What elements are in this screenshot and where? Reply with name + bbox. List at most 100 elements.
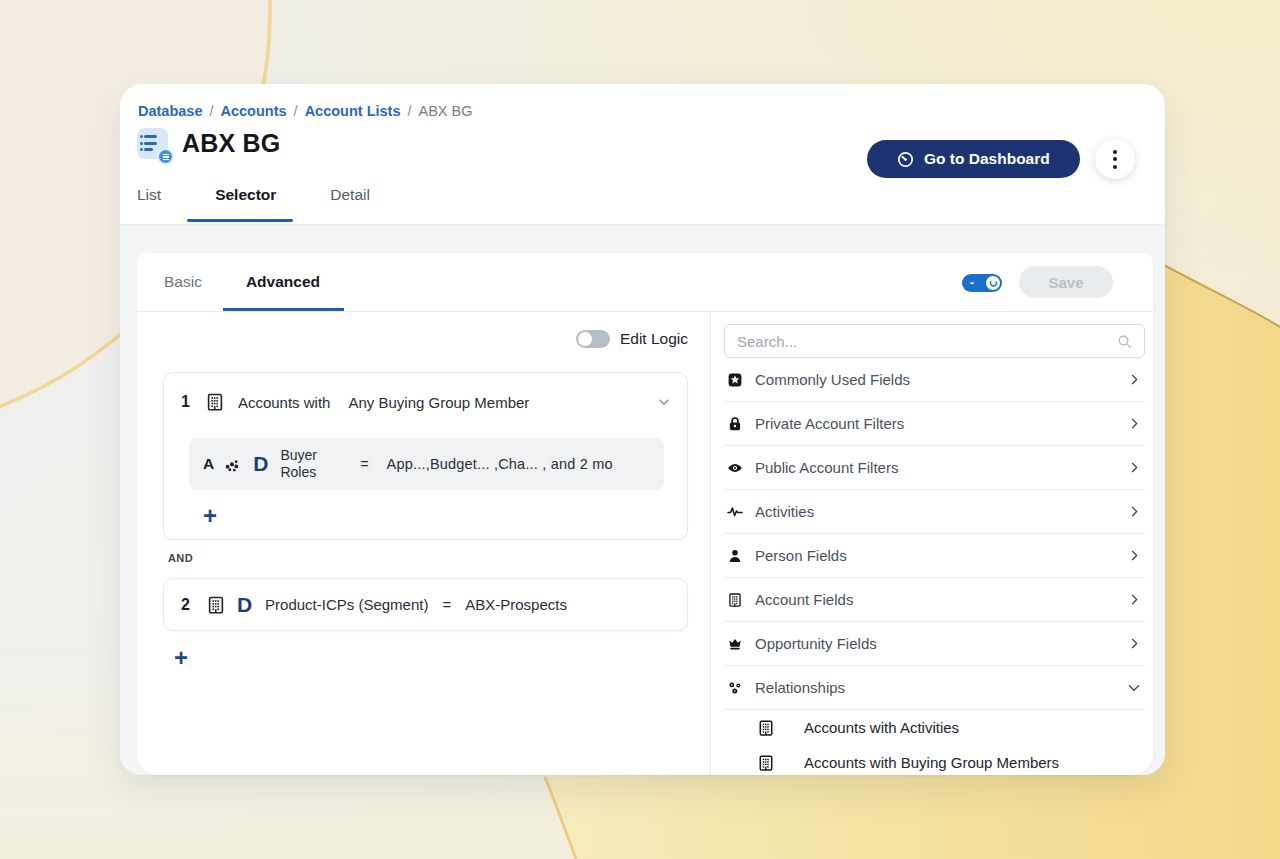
chevron-right-icon	[1128, 505, 1141, 518]
field-row-activities[interactable]: Activities	[724, 490, 1145, 534]
selector-panel-header: Basic Advanced - Save	[137, 253, 1153, 312]
breadcrumb-separator: /	[209, 103, 213, 119]
fields-panel: Commonly Used Fields Private Account Fil…	[711, 312, 1153, 775]
page-tabs: List Selector Detail	[137, 186, 424, 222]
conjunction-label: AND	[168, 552, 193, 564]
building-icon	[727, 592, 744, 608]
field-row-public-filters[interactable]: Public Account Filters	[724, 446, 1145, 490]
search-box	[724, 324, 1145, 358]
chevron-right-icon	[1128, 549, 1141, 562]
dashboard-gauge-icon	[897, 151, 914, 168]
edit-logic-label: Edit Logic	[620, 330, 688, 348]
page: Database / Accounts / Account Lists / AB…	[0, 0, 1280, 859]
group-selection[interactable]: Any Buying Group Member	[348, 394, 529, 411]
selector-panel-body: Edit Logic 1 Accounts with Any Buying Gr…	[137, 312, 1153, 775]
group-operator: =	[442, 596, 451, 613]
chevron-right-icon	[1128, 417, 1141, 430]
building-icon	[757, 719, 775, 737]
chevron-right-icon	[1128, 637, 1141, 650]
sub-row-label: Accounts with Activities	[804, 719, 959, 736]
group-field: Product-ICPs (Segment)	[265, 596, 428, 613]
pulse-icon	[727, 504, 744, 520]
add-condition-button[interactable]: +	[203, 504, 217, 528]
field-row-label: Person Fields	[755, 547, 847, 564]
eye-icon	[727, 460, 744, 476]
sub-row-accounts-with-bgm[interactable]: Accounts with Buying Group Members	[724, 745, 1145, 775]
field-row-label: Commonly Used Fields	[755, 371, 910, 388]
more-menu-button[interactable]	[1095, 139, 1135, 179]
star-square-icon	[727, 372, 744, 388]
relationships-icon	[727, 680, 744, 696]
field-row-private-filters[interactable]: Private Account Filters	[724, 402, 1145, 446]
field-row-opportunity-fields[interactable]: Opportunity Fields	[724, 622, 1145, 666]
tab-detail[interactable]: Detail	[330, 186, 370, 222]
selector-panel: Basic Advanced - Save	[137, 253, 1153, 775]
search-input[interactable]	[737, 333, 1117, 350]
refresh-icon	[988, 278, 999, 289]
group-value: ABX-Prospects	[465, 596, 567, 613]
condition-marker: A	[203, 455, 214, 473]
selector-tabs: Basic Advanced	[164, 253, 364, 311]
title-row: ABX BG	[137, 128, 280, 159]
person-icon	[727, 548, 744, 564]
edit-logic-control: Edit Logic	[576, 330, 688, 348]
field-row-label: Relationships	[755, 679, 845, 696]
breadcrumb-database[interactable]: Database	[138, 103, 202, 119]
breadcrumb-current: ABX BG	[419, 103, 473, 119]
chevron-right-icon	[1128, 373, 1141, 386]
breadcrumb-account-lists[interactable]: Account Lists	[305, 103, 401, 119]
card-body: Basic Advanced - Save	[120, 225, 1165, 775]
field-row-relationships[interactable]: Relationships	[724, 666, 1145, 710]
sync-toggle[interactable]: -	[962, 274, 1002, 292]
tab-selector[interactable]: Selector	[215, 186, 276, 222]
field-row-label: Activities	[755, 503, 814, 520]
condition-operator: =	[360, 456, 368, 472]
field-list: Commonly Used Fields Private Account Fil…	[724, 358, 1145, 775]
filter-group-2[interactable]: 2 D Product-ICPs (Segment) = ABX-Prospec…	[163, 578, 688, 631]
sync-toggle-minus: -	[970, 276, 974, 290]
chevron-down-icon	[1127, 681, 1141, 695]
tab-list[interactable]: List	[137, 186, 161, 222]
list-badge-icon	[157, 148, 174, 165]
building-icon	[205, 392, 225, 412]
people-cluster-icon	[224, 455, 243, 474]
demandbase-logo-icon: D	[237, 593, 252, 617]
breadcrumb-separator: /	[408, 103, 412, 119]
field-row-account-fields[interactable]: Account Fields	[724, 578, 1145, 622]
chevron-right-icon	[1128, 593, 1141, 606]
account-list-icon	[137, 128, 168, 159]
add-group-button[interactable]: +	[174, 646, 188, 670]
chevron-down-icon[interactable]	[657, 395, 671, 409]
field-row-commonly-used[interactable]: Commonly Used Fields	[724, 358, 1145, 402]
save-button[interactable]: Save	[1019, 266, 1113, 298]
query-builder: Edit Logic 1 Accounts with Any Buying Gr…	[137, 312, 710, 775]
condition-row[interactable]: A D Buyer Roles = App...,Budget... ,Cha.…	[189, 438, 664, 490]
condition-field: Buyer Roles	[280, 447, 335, 482]
go-to-dashboard-button[interactable]: Go to Dashboard	[867, 140, 1080, 178]
search-icon	[1117, 334, 1132, 349]
breadcrumb-accounts[interactable]: Accounts	[221, 103, 287, 119]
edit-logic-toggle[interactable]	[576, 330, 610, 348]
building-icon	[757, 754, 775, 772]
main-card: Database / Accounts / Account Lists / AB…	[120, 84, 1165, 775]
breadcrumb-separator: /	[294, 103, 298, 119]
tab-advanced[interactable]: Advanced	[246, 253, 320, 311]
sub-row-label: Accounts with Buying Group Members	[804, 754, 1059, 771]
field-row-label: Account Fields	[755, 591, 853, 608]
field-row-label: Opportunity Fields	[755, 635, 877, 652]
sub-row-accounts-with-activities[interactable]: Accounts with Activities	[724, 710, 1145, 745]
filter-group-1-header[interactable]: 1 Accounts with Any Buying Group Member	[164, 373, 687, 412]
field-row-person-fields[interactable]: Person Fields	[724, 534, 1145, 578]
field-row-label: Private Account Filters	[755, 415, 904, 432]
building-icon	[206, 595, 226, 615]
group-prefix: Accounts with	[238, 394, 331, 411]
tab-basic[interactable]: Basic	[164, 253, 202, 311]
chevron-right-icon	[1128, 461, 1141, 474]
lock-icon	[727, 416, 744, 432]
crown-icon	[727, 636, 744, 652]
sync-toggle-knob	[986, 276, 1000, 290]
group-index: 1	[181, 393, 190, 411]
demandbase-logo-icon: D	[253, 452, 268, 476]
group-index: 2	[181, 596, 190, 614]
condition-value: App...,Budget... ,Cha... , and 2 mo	[387, 456, 613, 472]
